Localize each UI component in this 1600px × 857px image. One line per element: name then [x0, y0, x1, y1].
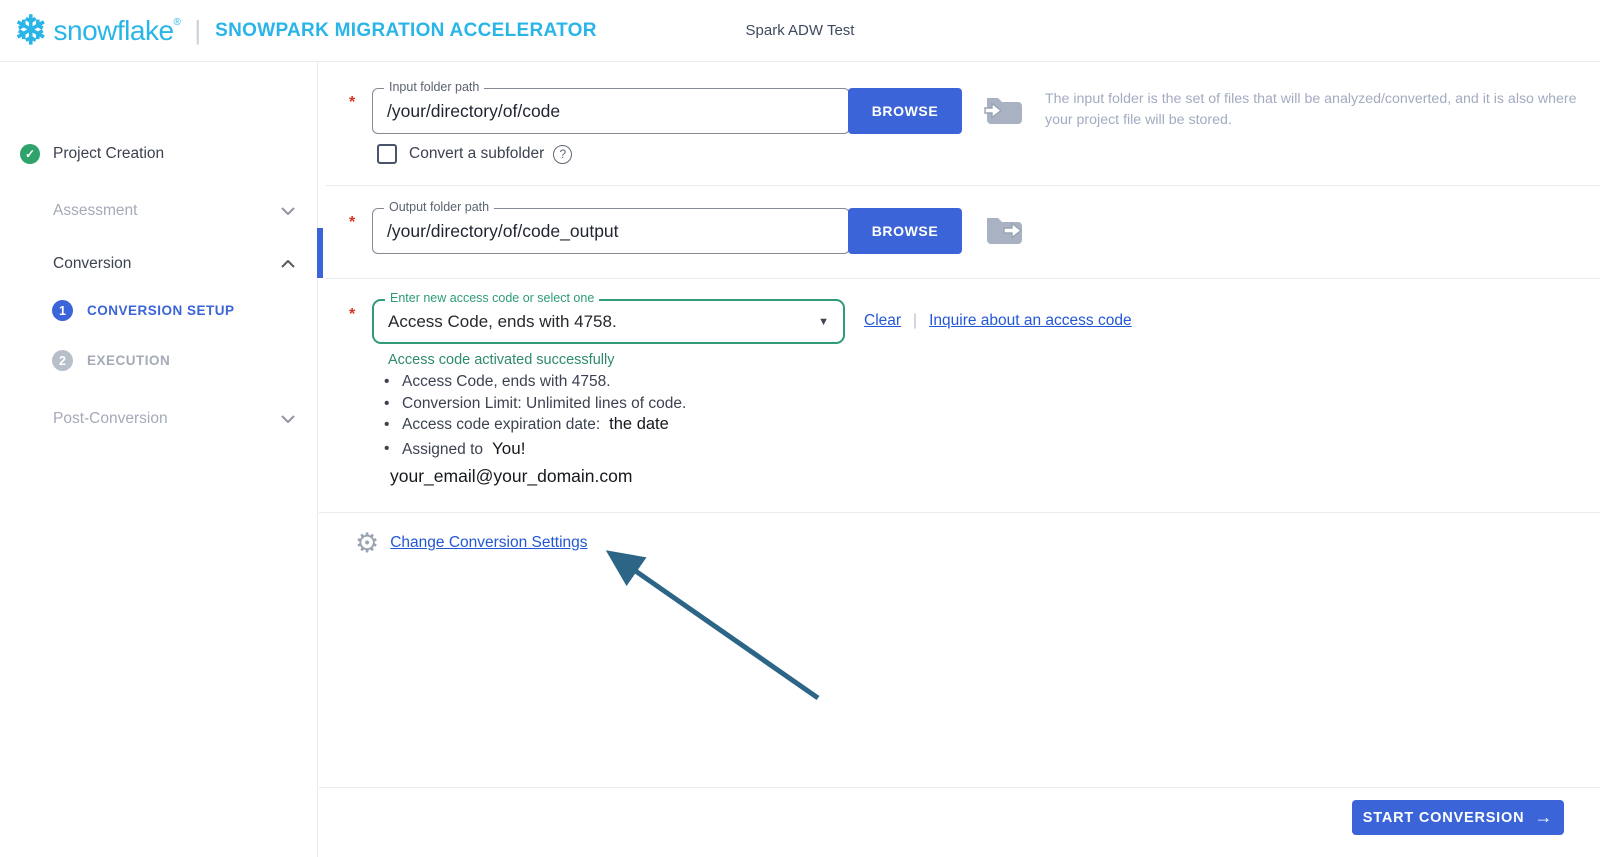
sidebar-item-execution[interactable]: 2 EXECUTION	[52, 350, 170, 371]
sidebar: ✓ Project Creation Assessment Conversion…	[0, 62, 318, 857]
access-code-selected-value: Access Code, ends with 4758.	[374, 301, 843, 342]
chevron-down-icon	[281, 415, 295, 423]
sidebar-item-label: Post-Conversion	[53, 410, 168, 428]
clear-link[interactable]: Clear	[864, 312, 901, 330]
input-folder-field[interactable]: Input folder path	[372, 88, 850, 134]
access-code-select[interactable]: Enter new access code or select one Acce…	[372, 299, 845, 344]
brand-wordmark: snowflake®	[54, 15, 181, 47]
sidebar-item-label: CONVERSION SETUP	[87, 303, 235, 318]
convert-subfolder-label: Convert a subfolder	[409, 145, 544, 163]
input-folder-label: Input folder path	[384, 80, 484, 94]
change-conversion-settings-link[interactable]: Change Conversion Settings	[390, 534, 587, 552]
sidebar-item-post-conversion[interactable]: Post-Conversion	[53, 410, 295, 428]
list-item: Assigned toYou!	[382, 436, 695, 462]
check-icon: ✓	[20, 144, 40, 164]
section-divider	[319, 512, 1600, 513]
dropdown-caret-icon: ▼	[818, 316, 829, 328]
help-icon[interactable]: ?	[553, 145, 572, 164]
sidebar-item-label: Assessment	[53, 202, 137, 220]
chevron-up-icon	[281, 260, 295, 268]
sidebar-item-label: Project Creation	[53, 145, 164, 163]
input-helper-text: The input folder is the set of files tha…	[1045, 89, 1590, 131]
list-item: Access Code, ends with 4758.	[382, 371, 695, 393]
folder-input-icon	[984, 93, 1024, 127]
required-marker: *	[349, 214, 355, 232]
inquire-access-code-link[interactable]: Inquire about an access code	[929, 312, 1132, 330]
access-code-success-message: Access code activated successfully	[388, 352, 614, 368]
app-header: ❄ snowflake® | SNOWPARK MIGRATION ACCELE…	[0, 0, 1600, 62]
app-title: SNOWPARK MIGRATION ACCELERATOR	[215, 20, 597, 42]
start-conversion-button[interactable]: START CONVERSION →	[1352, 800, 1564, 835]
access-code-label: Enter new access code or select one	[385, 291, 599, 305]
list-item: Access code expiration date:the date	[382, 414, 695, 436]
arrow-right-icon: →	[1534, 807, 1553, 828]
sidebar-item-label: Conversion	[53, 255, 131, 273]
sidebar-item-project-creation[interactable]: ✓ Project Creation	[20, 144, 164, 164]
required-marker: *	[349, 306, 355, 324]
section-divider	[326, 278, 1600, 279]
output-browse-button[interactable]: BROWSE	[848, 208, 962, 254]
access-code-links: Clear | Inquire about an access code	[864, 312, 1132, 330]
chevron-down-icon	[281, 207, 295, 215]
registered-mark: ®	[174, 17, 181, 28]
output-folder-field[interactable]: Output folder path	[372, 208, 850, 254]
input-folder-input[interactable]	[373, 89, 849, 133]
link-divider: |	[913, 312, 917, 330]
access-code-details-list: Access Code, ends with 4758. Conversion …	[382, 371, 695, 462]
snowflake-brand: ❄ snowflake® | SNOWPARK MIGRATION ACCELE…	[14, 11, 597, 51]
sidebar-item-conversion[interactable]: Conversion	[53, 255, 295, 273]
output-folder-input[interactable]	[373, 209, 849, 253]
folder-output-icon	[984, 213, 1024, 247]
step-number-badge: 1	[52, 300, 73, 321]
gear-icon: ⚙	[355, 530, 379, 556]
change-settings-row: ⚙ Change Conversion Settings	[355, 530, 588, 556]
required-marker: *	[349, 94, 355, 112]
step-number-badge: 2	[52, 350, 73, 371]
sidebar-item-conversion-setup[interactable]: 1 CONVERSION SETUP	[52, 300, 235, 321]
main-content: * Input folder path BROWSE The input fol…	[319, 62, 1600, 857]
list-item: Conversion Limit: Unlimited lines of cod…	[382, 393, 695, 415]
convert-subfolder-checkbox[interactable]	[377, 144, 397, 164]
assigned-email: your_email@your_domain.com	[390, 466, 632, 487]
start-conversion-label: START CONVERSION	[1363, 810, 1525, 826]
output-folder-label: Output folder path	[384, 200, 494, 214]
footer-divider	[319, 787, 1600, 788]
sidebar-item-assessment[interactable]: Assessment	[53, 202, 295, 220]
sidebar-item-label: EXECUTION	[87, 353, 170, 368]
brand-separator: |	[194, 15, 201, 46]
convert-subfolder-row: Convert a subfolder ?	[377, 144, 572, 164]
section-divider	[326, 185, 1600, 186]
snowflake-logo-icon: ❄	[14, 11, 48, 51]
active-step-indicator	[317, 228, 323, 278]
input-browse-button[interactable]: BROWSE	[848, 88, 962, 134]
